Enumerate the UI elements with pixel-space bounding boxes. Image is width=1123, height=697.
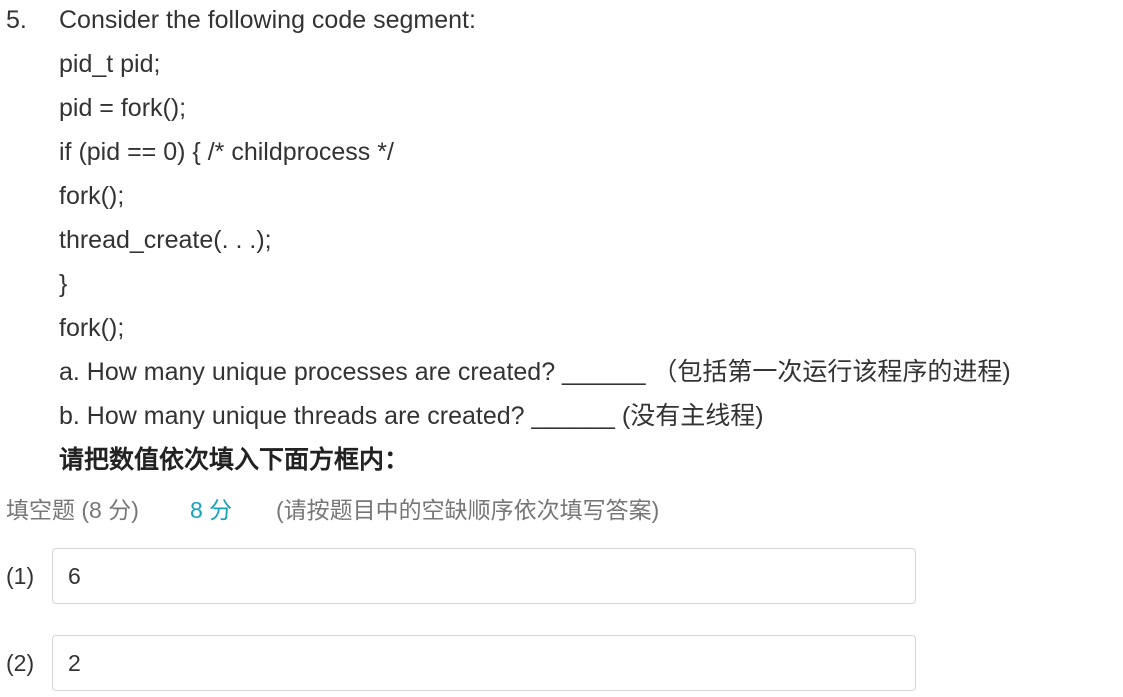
sub-question-b: b. How many unique threads are created? …	[59, 402, 764, 430]
code-line-6: }	[59, 270, 68, 298]
question-prompt: Consider the following code segment:	[59, 6, 476, 34]
fill-instruction: 请把数值依次填入下面方框内：	[59, 446, 410, 474]
answer-row-1: (1)	[6, 548, 916, 604]
answer-hint: (请按题目中的空缺顺序依次填写答案)	[276, 497, 660, 523]
answer-input-2[interactable]	[52, 635, 916, 691]
code-line-2: pid = fork();	[59, 94, 187, 122]
question-type-label: 填空题 (8 分)	[6, 497, 139, 523]
score-badge: 8 分	[190, 497, 233, 523]
answer-index-label: (2)	[6, 650, 35, 676]
code-line-7: fork();	[59, 314, 125, 342]
question-number: 5.	[6, 6, 27, 34]
answer-index-label: (1)	[6, 563, 35, 589]
code-line-4: fork();	[59, 182, 125, 210]
answer-row-2: (2)	[6, 635, 916, 691]
code-line-1: pid_t pid;	[59, 50, 161, 78]
code-line-3: if (pid == 0) { /* childprocess */	[59, 138, 394, 166]
code-line-5: thread_create(. . .);	[59, 226, 272, 254]
answer-input-1[interactable]	[52, 548, 916, 604]
sub-question-a: a. How many unique processes are created…	[59, 358, 1011, 386]
